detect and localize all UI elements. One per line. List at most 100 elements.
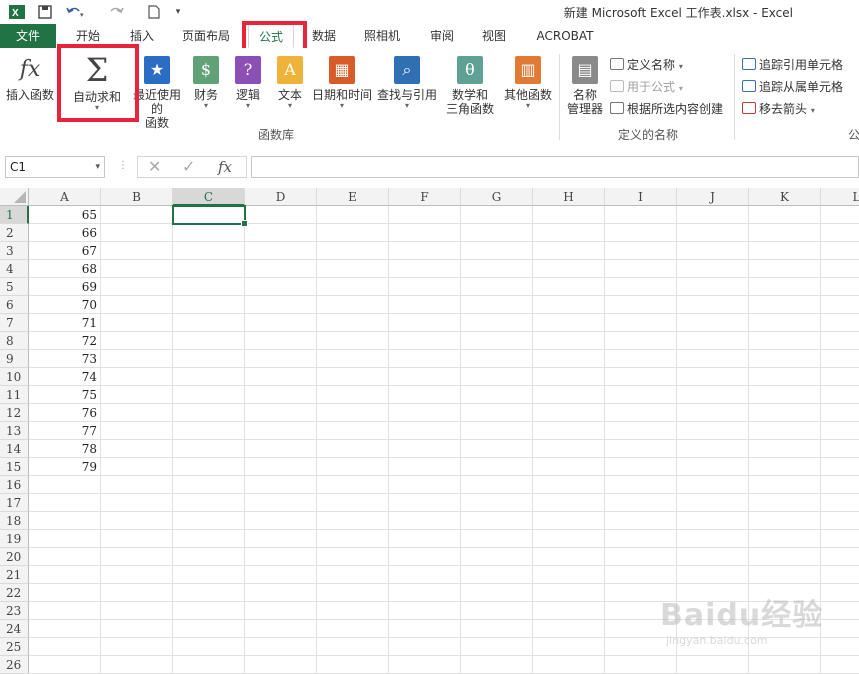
cell-b13[interactable]	[101, 422, 173, 440]
row-header-15[interactable]: 15	[0, 458, 29, 476]
cell-i20[interactable]	[605, 548, 677, 566]
cell-l11[interactable]	[821, 386, 859, 404]
cell-d17[interactable]	[245, 494, 317, 512]
cell-k15[interactable]	[749, 458, 821, 476]
create-from-selection-button[interactable]: 根据所选内容创建	[610, 100, 723, 118]
cell-k13[interactable]	[749, 422, 821, 440]
cell-j14[interactable]	[677, 440, 749, 458]
cell-h22[interactable]	[533, 584, 605, 602]
cell-e22[interactable]	[317, 584, 389, 602]
cell-h7[interactable]	[533, 314, 605, 332]
row-header-17[interactable]: 17	[0, 494, 29, 512]
cell-f5[interactable]	[389, 278, 461, 296]
column-header-a[interactable]: A	[29, 188, 101, 206]
cell-b7[interactable]	[101, 314, 173, 332]
cell-c17[interactable]	[173, 494, 245, 512]
cell-b21[interactable]	[101, 566, 173, 584]
cell-h15[interactable]	[533, 458, 605, 476]
cell-f21[interactable]	[389, 566, 461, 584]
cell-l18[interactable]	[821, 512, 859, 530]
cell-l3[interactable]	[821, 242, 859, 260]
cell-h5[interactable]	[533, 278, 605, 296]
cell-c20[interactable]	[173, 548, 245, 566]
row-header-2[interactable]: 2	[0, 224, 29, 242]
cell-k12[interactable]	[749, 404, 821, 422]
date-time-button[interactable]: ▦ 日期和时间 ▾	[310, 56, 374, 110]
row-header-20[interactable]: 20	[0, 548, 29, 566]
cell-k7[interactable]	[749, 314, 821, 332]
financial-button[interactable]: $ 财务 ▾	[188, 56, 224, 110]
cell-j12[interactable]	[677, 404, 749, 422]
cell-g20[interactable]	[461, 548, 533, 566]
insert-function-button[interactable]: fx 插入函数	[4, 56, 56, 102]
cell-l15[interactable]	[821, 458, 859, 476]
cell-e25[interactable]	[317, 638, 389, 656]
cell-k10[interactable]	[749, 368, 821, 386]
cell-i10[interactable]	[605, 368, 677, 386]
undo-icon[interactable]: ▾	[64, 3, 86, 21]
cell-i5[interactable]	[605, 278, 677, 296]
row-header-26[interactable]: 26	[0, 656, 29, 674]
column-header-e[interactable]: E	[317, 188, 389, 206]
cell-g22[interactable]	[461, 584, 533, 602]
cell-d5[interactable]	[245, 278, 317, 296]
cell-e1[interactable]	[317, 206, 389, 224]
cell-j13[interactable]	[677, 422, 749, 440]
cell-d14[interactable]	[245, 440, 317, 458]
cell-f17[interactable]	[389, 494, 461, 512]
cell-a24[interactable]	[29, 620, 101, 638]
cell-d21[interactable]	[245, 566, 317, 584]
cell-e23[interactable]	[317, 602, 389, 620]
cell-g17[interactable]	[461, 494, 533, 512]
cell-e5[interactable]	[317, 278, 389, 296]
cell-d19[interactable]	[245, 530, 317, 548]
row-header-9[interactable]: 9	[0, 350, 29, 368]
remove-arrows-button[interactable]: 移去箭头 ▾	[742, 100, 815, 118]
cell-g15[interactable]	[461, 458, 533, 476]
cell-d8[interactable]	[245, 332, 317, 350]
cell-i14[interactable]	[605, 440, 677, 458]
cell-d11[interactable]	[245, 386, 317, 404]
cell-f12[interactable]	[389, 404, 461, 422]
cell-b6[interactable]	[101, 296, 173, 314]
cell-g11[interactable]	[461, 386, 533, 404]
cell-i16[interactable]	[605, 476, 677, 494]
tab-acrobat[interactable]: ACROBAT	[528, 24, 602, 48]
chevron-down-icon[interactable]: ▾	[95, 157, 100, 177]
cell-e15[interactable]	[317, 458, 389, 476]
tab-view[interactable]: 视图	[472, 24, 516, 48]
formula-input[interactable]	[251, 156, 859, 178]
cell-e17[interactable]	[317, 494, 389, 512]
row-header-1[interactable]: 1	[0, 206, 29, 224]
cell-a9[interactable]: 73	[29, 350, 101, 368]
row-header-10[interactable]: 10	[0, 368, 29, 386]
cell-d7[interactable]	[245, 314, 317, 332]
cell-e11[interactable]	[317, 386, 389, 404]
text-button[interactable]: A 文本 ▾	[272, 56, 308, 110]
cell-i21[interactable]	[605, 566, 677, 584]
save-icon[interactable]	[36, 3, 54, 21]
cell-a18[interactable]	[29, 512, 101, 530]
cell-e8[interactable]	[317, 332, 389, 350]
cell-b9[interactable]	[101, 350, 173, 368]
cell-h26[interactable]	[533, 656, 605, 674]
cell-d15[interactable]	[245, 458, 317, 476]
cell-a25[interactable]	[29, 638, 101, 656]
cell-i6[interactable]	[605, 296, 677, 314]
cell-g25[interactable]	[461, 638, 533, 656]
cell-c25[interactable]	[173, 638, 245, 656]
cell-b14[interactable]	[101, 440, 173, 458]
cell-d10[interactable]	[245, 368, 317, 386]
cell-l9[interactable]	[821, 350, 859, 368]
cell-g6[interactable]	[461, 296, 533, 314]
cell-e20[interactable]	[317, 548, 389, 566]
cell-l12[interactable]	[821, 404, 859, 422]
name-manager-button[interactable]: ▤ 名称 管理器	[564, 56, 606, 116]
cell-g1[interactable]	[461, 206, 533, 224]
cell-k3[interactable]	[749, 242, 821, 260]
cell-i1[interactable]	[605, 206, 677, 224]
more-functions-button[interactable]: ▥ 其他函数 ▾	[502, 56, 554, 110]
cell-k21[interactable]	[749, 566, 821, 584]
cell-g14[interactable]	[461, 440, 533, 458]
row-header-6[interactable]: 6	[0, 296, 29, 314]
